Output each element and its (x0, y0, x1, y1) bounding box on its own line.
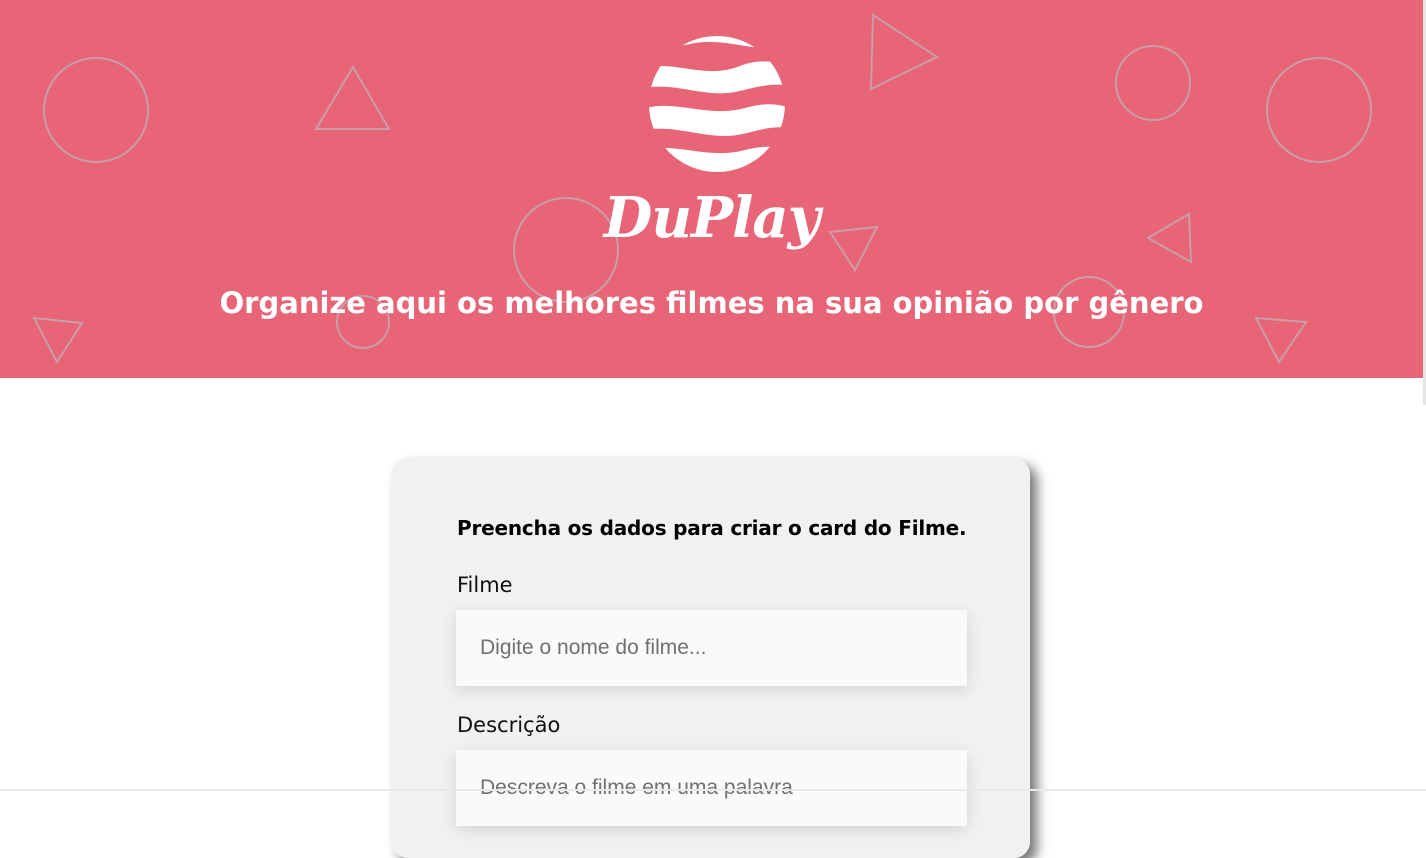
form-title: Preencha os dados para criar o card do F… (457, 516, 967, 540)
movie-card-form: Preencha os dados para criar o card do F… (392, 458, 1030, 858)
film-name-input[interactable] (456, 610, 967, 686)
brand-name: DuPlay (603, 185, 820, 251)
page-tagline: Organize aqui os melhores filmes na sua … (219, 286, 1204, 320)
description-input[interactable] (456, 750, 967, 826)
hero-banner: DuPlay Organize aqui os melhores filmes … (0, 0, 1423, 378)
striped-sphere-logo-icon (649, 36, 785, 172)
description-label: Descrição (457, 713, 561, 737)
film-label: Filme (457, 573, 513, 597)
